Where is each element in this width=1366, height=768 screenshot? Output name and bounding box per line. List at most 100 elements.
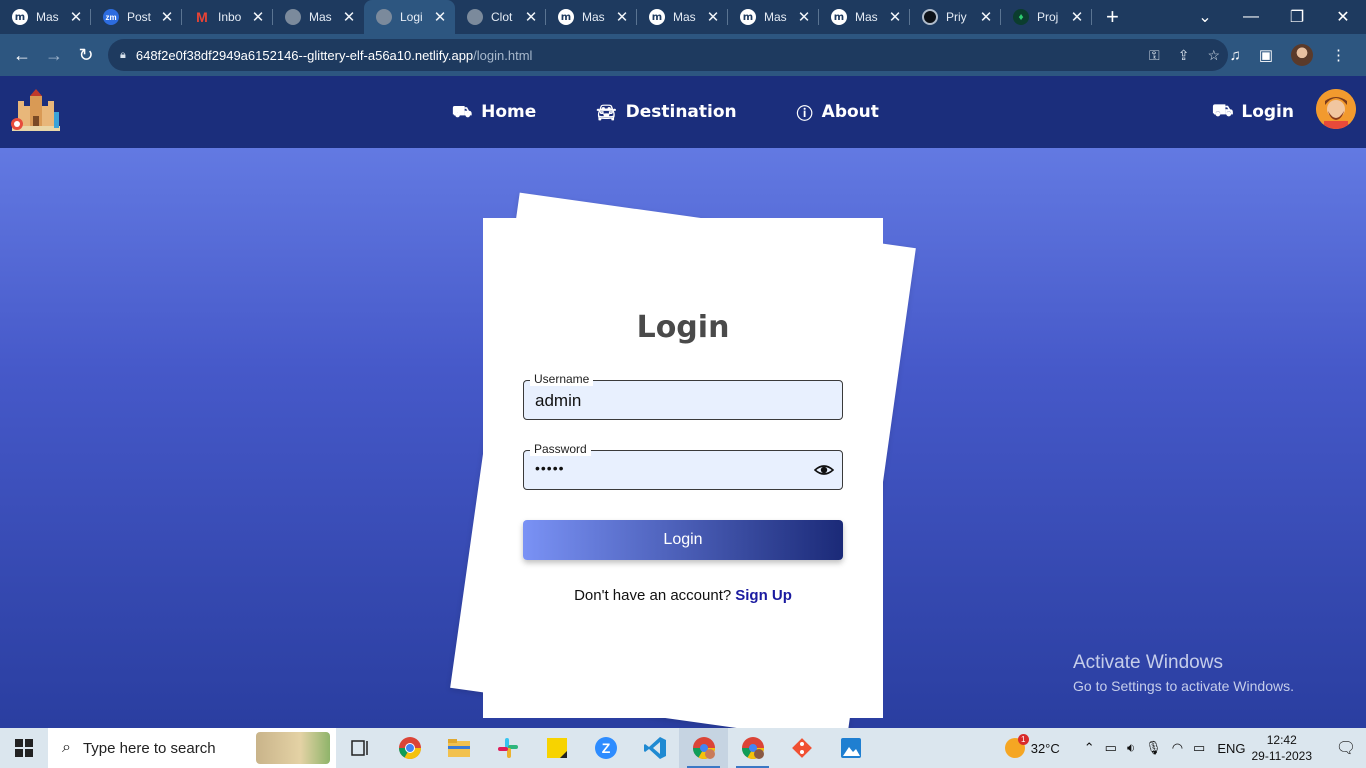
- username-field[interactable]: Username admin: [523, 372, 843, 420]
- task-view-icon[interactable]: [336, 728, 385, 768]
- close-icon[interactable]: ✕: [888, 8, 902, 26]
- tab-title: Priy: [946, 10, 967, 24]
- nav-home[interactable]: ⛟ Home: [452, 102, 536, 123]
- restore-icon[interactable]: ❐: [1274, 7, 1320, 27]
- browser-tab[interactable]: Priy ✕: [910, 0, 1001, 34]
- new-tab-icon[interactable]: +: [1106, 4, 1119, 30]
- forward-icon[interactable]: →: [38, 45, 70, 66]
- nav-login[interactable]: ⛟ Login: [1212, 76, 1294, 148]
- close-icon[interactable]: ✕: [1070, 8, 1084, 26]
- language-indicator[interactable]: ENG: [1217, 741, 1245, 756]
- main-menu: ⛟ Home 🚘︎ Destination ⓘ About: [452, 76, 879, 148]
- vscode-icon[interactable]: [630, 728, 679, 768]
- search-icon: ⌕: [62, 739, 71, 756]
- back-icon[interactable]: ←: [6, 45, 38, 66]
- photos-icon[interactable]: [826, 728, 875, 768]
- nav-about[interactable]: ⓘ About: [797, 100, 879, 124]
- notifications-icon[interactable]: 🗨︎: [1326, 738, 1366, 758]
- browser-tab[interactable]: zm Post ✕: [91, 0, 182, 34]
- close-icon[interactable]: ✕: [524, 8, 538, 26]
- activate-windows-watermark: Activate Windows Go to Settings to activ…: [1073, 652, 1294, 694]
- signup-link[interactable]: Sign Up: [735, 587, 792, 604]
- login-card: Login Username admin Password ••••• Logi…: [483, 218, 883, 718]
- close-icon[interactable]: ✕: [160, 8, 174, 26]
- chrome-profile-icon[interactable]: [679, 728, 728, 768]
- browser-tab[interactable]: m Mas ✕: [637, 0, 728, 34]
- browser-tab[interactable]: Clot ✕: [455, 0, 546, 34]
- close-icon[interactable]: ✕: [615, 8, 629, 26]
- castle-logo-icon[interactable]: [10, 88, 62, 132]
- zm-icon: zm: [103, 9, 119, 25]
- close-icon[interactable]: ✕: [706, 8, 720, 26]
- wifi-icon[interactable]: ◠: [1172, 740, 1183, 756]
- gmail-icon: M: [196, 9, 208, 25]
- profile-avatar[interactable]: [1291, 44, 1313, 66]
- clock-time: 12:42: [1266, 733, 1297, 747]
- meet-icon[interactable]: ▭: [1105, 740, 1117, 756]
- key-icon[interactable]: ⚿: [1149, 47, 1160, 64]
- browser-tab[interactable]: m Mas ✕: [0, 0, 91, 34]
- browser-tab[interactable]: m Mas ✕: [546, 0, 637, 34]
- sticky-notes-icon[interactable]: [532, 728, 581, 768]
- side-panel-icon[interactable]: ▣: [1259, 46, 1273, 64]
- tab-search-icon[interactable]: ⌄: [1182, 7, 1228, 27]
- box-icon: ⛟: [1211, 101, 1234, 121]
- url-path: /login.html: [473, 47, 533, 63]
- menu-icon[interactable]: ⋮: [1331, 46, 1346, 64]
- browser-tab-strip: m Mas ✕ zm Post ✕ M Inbo ✕ Mas ✕ Logi ✕ Clot ✕ mM…: [0, 0, 1366, 34]
- password-field[interactable]: Password •••••: [523, 442, 843, 490]
- browser-tab[interactable]: m Mas ✕: [819, 0, 910, 34]
- chrome-profile-icon[interactable]: [728, 728, 777, 768]
- browser-tab-active[interactable]: Logi ✕: [364, 0, 455, 34]
- close-icon[interactable]: ✕: [342, 8, 356, 26]
- username-value[interactable]: admin: [535, 391, 581, 411]
- m-icon: m: [831, 9, 847, 25]
- chevron-up-icon[interactable]: ⌃: [1084, 740, 1095, 756]
- share-icon[interactable]: ⇪: [1178, 47, 1190, 64]
- browser-tab[interactable]: m Mas ✕: [728, 0, 819, 34]
- nav-home-label: Home: [481, 102, 537, 122]
- tab-title: Mas: [582, 10, 605, 24]
- close-icon[interactable]: ✕: [433, 8, 447, 26]
- browser-tab[interactable]: M Inbo ✕: [182, 0, 273, 34]
- close-icon[interactable]: ✕: [797, 8, 811, 26]
- username-label: Username: [530, 372, 594, 386]
- reload-icon[interactable]: ↻: [70, 45, 102, 66]
- m-icon: m: [649, 9, 665, 25]
- chrome-icon[interactable]: [385, 728, 434, 768]
- browser-tab[interactable]: ♦ Proj ✕: [1001, 0, 1092, 34]
- address-bar[interactable]: 🔒︎ 648f2e0f38df2949a6152146--glittery-el…: [108, 39, 1228, 71]
- nav-destination[interactable]: 🚘︎ Destination: [596, 102, 736, 122]
- zoom-icon[interactable]: Z: [581, 728, 630, 768]
- close-icon[interactable]: ✕: [69, 8, 83, 26]
- battery-icon[interactable]: ▭: [1193, 740, 1205, 756]
- close-window-icon[interactable]: ✕: [1320, 7, 1366, 27]
- microphone-icon[interactable]: 🎙︎: [1145, 740, 1162, 756]
- volume-icon[interactable]: 🔉︎: [1127, 740, 1135, 756]
- close-icon[interactable]: ✕: [251, 8, 265, 26]
- lock-icon[interactable]: 🔒︎: [120, 49, 126, 62]
- browser-toolbar: ← → ↻ 🔒︎ 648f2e0f38df2949a6152146--glitt…: [0, 34, 1366, 76]
- password-value[interactable]: •••••: [535, 460, 565, 476]
- system-tray: 1 32°C ⌃ ▭ 🔉︎ 🎙︎ ◠ ▭ ENG 12:42 29-11-202…: [1004, 728, 1366, 768]
- taskbar-search[interactable]: ⌕ Type here to search: [48, 728, 336, 768]
- tab-title: Clot: [491, 10, 513, 24]
- clock[interactable]: 12:42 29-11-2023: [1252, 732, 1313, 764]
- weather-widget[interactable]: 1 32°C: [1004, 734, 1060, 758]
- eye-icon[interactable]: [814, 460, 834, 480]
- git-icon[interactable]: [777, 728, 826, 768]
- login-button[interactable]: Login: [523, 520, 843, 560]
- user-avatar[interactable]: [1316, 89, 1356, 129]
- close-icon[interactable]: ✕: [979, 8, 993, 26]
- start-button[interactable]: [0, 728, 48, 768]
- tab-title: Proj: [1037, 10, 1059, 24]
- slack-icon[interactable]: [483, 728, 532, 768]
- media-icon[interactable]: ♫: [1230, 47, 1241, 64]
- minimize-icon[interactable]: —: [1228, 8, 1274, 26]
- watermark-title: Activate Windows: [1073, 652, 1223, 673]
- signup-prompt: Don't have an account? Sign Up: [483, 587, 883, 604]
- file-explorer-icon[interactable]: [434, 728, 483, 768]
- star-icon[interactable]: ☆: [1207, 47, 1220, 64]
- windows-taskbar: ⌕ Type here to search Z 1 32°C ⌃ ▭ 🔉︎ 🎙︎…: [0, 728, 1366, 768]
- browser-tab[interactable]: Mas ✕: [273, 0, 364, 34]
